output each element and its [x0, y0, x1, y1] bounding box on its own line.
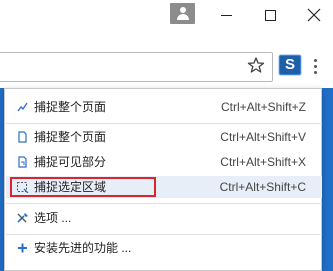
profile-avatar-icon[interactable] — [170, 3, 195, 24]
plus-icon — [18, 243, 27, 253]
menu-item-install-advanced[interactable]: 安装先进的功能 ... — [6, 237, 322, 259]
tools-icon — [17, 213, 28, 223]
menu-item-label: 捕捉整个页面 — [34, 130, 107, 144]
bookmark-star-icon[interactable] — [247, 56, 265, 74]
page-blue-edge-right — [322, 88, 333, 271]
close-icon — [307, 8, 321, 22]
pen-icon — [17, 102, 28, 112]
browser-menu-icon[interactable] — [312, 57, 318, 75]
menu-item-label: 捕捉整个页面 — [34, 100, 107, 114]
screenshot-extension-button[interactable]: S — [279, 55, 301, 75]
menu-item-capture-full-page-z[interactable]: 捕捉整个页面 Ctrl+Alt+Shift+Z — [6, 96, 322, 118]
title-bar — [0, 0, 333, 34]
minimize-button[interactable] — [218, 6, 236, 24]
menu-separator — [6, 234, 322, 235]
visible-area-icon — [18, 156, 27, 168]
menu-separator — [6, 203, 322, 204]
highlight-annotation-box — [10, 177, 156, 197]
maximize-button[interactable] — [262, 6, 280, 24]
menu-item-shortcut: Ctrl+Alt+Shift+Z — [220, 100, 306, 114]
menu-item-shortcut: Ctrl+Alt+Shift+X — [220, 155, 306, 169]
menu-item-label: 选项 ... — [34, 211, 72, 225]
menu-item-shortcut: Ctrl+Alt+Shift+C — [219, 180, 306, 194]
address-bar[interactable] — [0, 52, 273, 82]
menu-separator — [6, 123, 322, 124]
menu-item-options[interactable]: 选项 ... — [6, 207, 322, 229]
menu-item-shortcut: Ctrl+Alt+Shift+V — [220, 130, 306, 144]
menu-item-label: 安装先进的功能 ... — [34, 241, 132, 255]
page-icon — [18, 131, 27, 143]
menu-item-label: 捕捉可见部分 — [34, 155, 107, 169]
close-window-button[interactable] — [305, 6, 323, 24]
menu-item-capture-visible[interactable]: 捕捉可见部分 Ctrl+Alt+Shift+X — [6, 151, 322, 173]
menu-item-capture-full-page-v[interactable]: 捕捉整个页面 Ctrl+Alt+Shift+V — [6, 126, 322, 148]
